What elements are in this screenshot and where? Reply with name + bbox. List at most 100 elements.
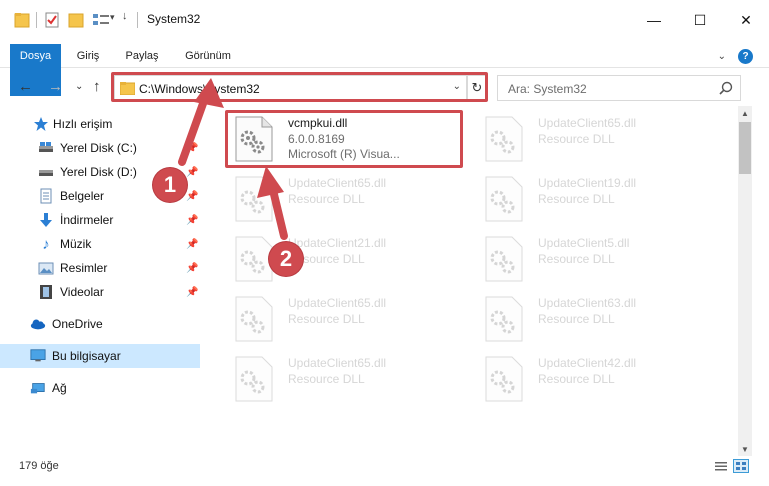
sidebar-item-label: Belgeler [60, 189, 105, 203]
step-1-badge: 1 [153, 168, 187, 202]
tab-view[interactable]: Görünüm [176, 44, 240, 68]
music-icon: ♪ [42, 235, 50, 253]
vertical-scrollbar[interactable]: ▲ ▼ [738, 106, 752, 456]
tab-home[interactable]: Giriş [64, 44, 112, 68]
file-item[interactable]: UpdateClient65.dll Resource DLL [474, 112, 714, 164]
file-type: Resource DLL [288, 312, 365, 326]
file-highlight-box [225, 110, 463, 168]
file-item[interactable]: UpdateClient19.dll Resource DLL [474, 172, 714, 224]
pin-icon: 📌 [186, 262, 199, 274]
sidebar-item-label: Ağ [52, 381, 67, 395]
pin-icon: 📌 [186, 214, 199, 226]
documents-icon [40, 188, 52, 204]
sidebar-item-pictures[interactable]: Resimler 📌 [0, 256, 200, 280]
details-view-icon[interactable] [713, 459, 729, 473]
pin-icon: 📌 [186, 286, 199, 298]
item-count: 179 öğe [19, 460, 59, 472]
disk-icon [39, 170, 53, 176]
back-arrow-icon[interactable]: ← [18, 78, 33, 95]
close-button[interactable]: ✕ [723, 0, 769, 40]
customize-toolbar-chevron-icon[interactable]: ▾ [110, 12, 115, 23]
quick-access-dropdown-icon[interactable]: ↓ [122, 10, 128, 22]
sidebar-item-onedrive[interactable]: OneDrive [0, 312, 200, 336]
file-item[interactable]: UpdateClient65.dll Resource DLL [224, 352, 464, 404]
sidebar-item-label: Bu bilgisayar [52, 349, 121, 363]
dll-file-icon [235, 356, 273, 402]
sidebar-item-label: Resimler [60, 261, 108, 275]
file-type: Resource DLL [538, 252, 615, 266]
sidebar-item-music[interactable]: ♪ Müzik 📌 [0, 232, 200, 256]
sidebar-item-label: OneDrive [52, 317, 103, 331]
step-2-badge: 2 [269, 242, 303, 276]
scroll-down-arrow-icon[interactable]: ▼ [738, 442, 752, 456]
dll-file-icon [235, 236, 273, 282]
video-icon [40, 285, 52, 299]
forward-arrow-icon[interactable]: → [48, 78, 63, 95]
download-icon [40, 213, 52, 227]
sidebar-item-quick-access[interactable]: Hızlı erişim [0, 112, 200, 136]
file-item[interactable]: UpdateClient65.dll Resource DLL [224, 172, 464, 224]
ribbon-tabs: Dosya Giriş Paylaş Görünüm ⌄ ? [0, 44, 769, 96]
sidebar-item-downloads[interactable]: İndirmeler 📌 [0, 208, 200, 232]
file-item[interactable]: UpdateClient42.dll Resource DLL [474, 352, 714, 404]
cloud-icon [30, 319, 46, 330]
file-name: UpdateClient63.dll [538, 296, 637, 310]
navigation-pane: Hızlı erişim Yerel Disk (C:) 📌 Yerel Dis… [0, 110, 200, 450]
dll-file-icon [485, 236, 523, 282]
search-icon [719, 81, 733, 95]
sidebar-item-local-disk-c[interactable]: Yerel Disk (C:) 📌 [0, 136, 200, 160]
file-type: Resource DLL [538, 192, 615, 206]
file-name: UpdateClient65.dll [288, 356, 387, 370]
recent-locations-chevron-icon[interactable]: ⌄ [75, 81, 83, 92]
file-name: UpdateClient5.dll [538, 236, 630, 250]
search-placeholder: Ara: System32 [508, 82, 587, 96]
file-type: Resource DLL [288, 192, 365, 206]
scroll-thumb[interactable] [739, 122, 751, 174]
properties-icon[interactable] [44, 11, 60, 29]
scroll-up-arrow-icon[interactable]: ▲ [738, 106, 752, 120]
dll-file-icon [485, 296, 523, 342]
star-icon [34, 117, 48, 131]
sidebar-item-this-pc[interactable]: Bu bilgisayar [0, 344, 200, 368]
address-highlight-box [111, 72, 488, 102]
file-name: UpdateClient42.dll [538, 356, 637, 370]
pin-icon: 📌 [186, 166, 199, 178]
status-bar: 179 öğe [0, 456, 769, 478]
file-name: UpdateClient21.dll [288, 236, 387, 250]
title-divider [137, 12, 138, 28]
computer-icon [30, 349, 46, 362]
file-item[interactable]: UpdateClient65.dll Resource DLL [224, 292, 464, 344]
title-bar: ▾ ↓ System32 — ☐ ✕ [0, 0, 769, 40]
file-item[interactable]: UpdateClient21.dll Resource DLL [224, 232, 464, 284]
file-name: UpdateClient65.dll [538, 116, 637, 130]
dll-file-icon [235, 176, 273, 222]
tiles-view-icon[interactable] [733, 459, 749, 473]
new-folder-icon[interactable] [68, 11, 84, 29]
search-box[interactable]: Ara: System32 [497, 75, 741, 101]
toolbar-divider [36, 12, 37, 28]
pin-icon: 📌 [186, 190, 199, 202]
pin-icon: 📌 [186, 238, 199, 250]
file-name: UpdateClient65.dll [288, 296, 387, 310]
view-options-icon[interactable] [92, 11, 110, 29]
network-icon [30, 383, 45, 394]
dll-file-icon [485, 176, 523, 222]
up-arrow-icon[interactable]: ↑ [93, 78, 101, 95]
file-type: Resource DLL [288, 372, 365, 386]
folder-icon [14, 13, 30, 28]
view-buttons [713, 459, 749, 473]
tab-share[interactable]: Paylaş [116, 44, 168, 68]
sidebar-item-network[interactable]: Ağ [0, 376, 200, 400]
window-controls: — ☐ ✕ [631, 0, 769, 40]
maximize-button[interactable]: ☐ [677, 0, 723, 40]
file-type: Resource DLL [538, 132, 615, 146]
expand-ribbon-chevron-icon[interactable]: ⌄ [718, 51, 726, 62]
file-item[interactable]: UpdateClient63.dll Resource DLL [474, 292, 714, 344]
help-icon[interactable]: ? [738, 49, 753, 64]
sidebar-item-videos[interactable]: Videolar 📌 [0, 280, 200, 304]
sidebar-item-label: Hızlı erişim [53, 117, 113, 131]
file-item[interactable]: UpdateClient5.dll Resource DLL [474, 232, 714, 284]
minimize-button[interactable]: — [631, 0, 677, 40]
disk-icon [39, 142, 53, 152]
pictures-icon [38, 262, 54, 275]
